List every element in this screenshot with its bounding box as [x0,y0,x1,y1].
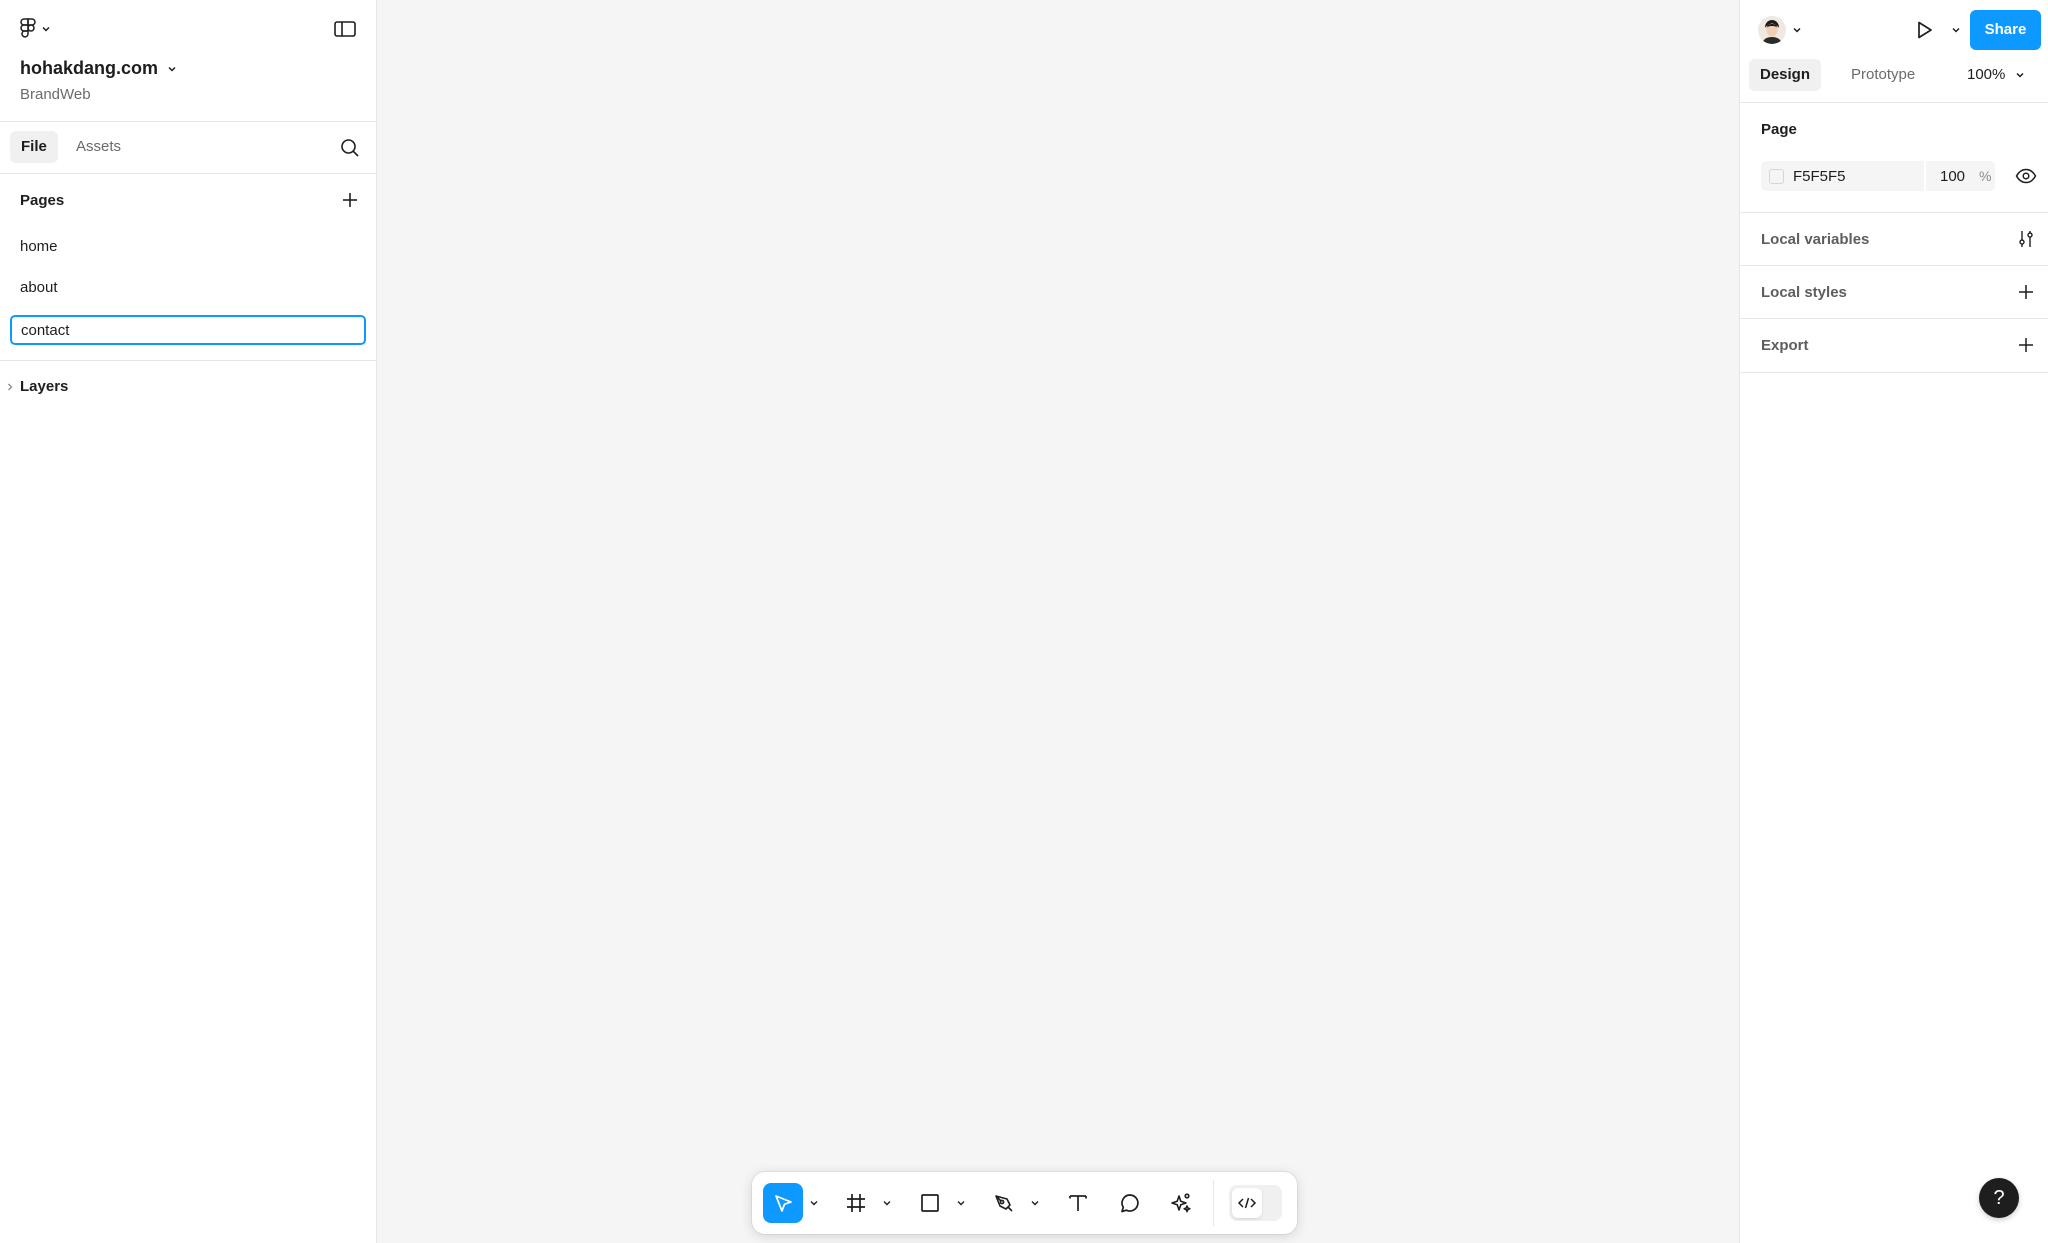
search-icon [341,139,359,157]
zoom-level: 100% [1967,66,2006,83]
page-section-title: Page [1761,121,1797,138]
page-name-input[interactable] [10,315,366,345]
sidebar-toggle-button[interactable] [333,19,357,39]
local-variables-button[interactable] [2016,229,2036,249]
color-swatch[interactable] [1769,169,1784,184]
file-name-menu[interactable]: hohakdang.com [20,58,177,79]
chevron-down-icon [2016,72,2024,78]
tab-file[interactable]: File [10,131,58,163]
move-tool-button[interactable] [763,1183,803,1223]
pen-tool-button[interactable] [984,1183,1024,1223]
pages-title: Pages [20,192,65,209]
tab-prototype[interactable]: Prototype [1840,59,1926,91]
frame-tool-button[interactable] [836,1183,876,1223]
text-tool-button[interactable] [1058,1183,1098,1223]
search-button[interactable] [339,137,361,159]
chevron-down-icon[interactable] [1029,1197,1041,1209]
pen-icon [995,1195,1013,1212]
main-menu-button[interactable] [20,17,51,41]
add-page-button[interactable] [340,190,360,210]
divider [1740,372,2048,373]
page-item-about[interactable]: about [20,279,58,296]
left-panel: hohakdang.com BrandWeb File Assets Pages… [0,0,377,1243]
eye-icon [2015,168,2037,184]
ai-sparkle-icon [1171,1193,1191,1213]
add-local-style-button[interactable] [2016,282,2036,302]
chevron-down-icon [42,26,50,32]
figma-logo-icon [20,18,36,38]
chevron-down-icon[interactable] [881,1197,893,1209]
bottom-toolbar [752,1172,1297,1234]
code-icon [1237,1197,1257,1209]
move-icon [775,1195,792,1212]
opacity-value: 100 [1940,168,1966,185]
page-item-home[interactable]: home [20,238,58,255]
text-icon [1069,1195,1087,1211]
frame-icon [847,1194,865,1212]
file-header: hohakdang.com BrandWeb [0,0,376,122]
tab-assets[interactable]: Assets [65,131,132,163]
plus-icon [343,193,357,207]
divider [1740,318,2048,319]
plus-icon [2019,285,2033,299]
layers-section-toggle[interactable]: Layers [6,378,68,395]
sliders-icon [2019,231,2033,247]
zoom-menu[interactable]: 100% [1967,59,2025,91]
shape-tool-button[interactable] [910,1183,950,1223]
plus-icon [2019,338,2033,352]
sidebar-toggle-icon [334,21,356,37]
left-tabs: File Assets [0,122,376,174]
comment-icon [1121,1194,1139,1213]
play-icon [1918,21,1932,39]
chevron-down-icon[interactable] [955,1197,967,1209]
file-name: hohakdang.com [20,58,159,78]
page-opacity-field[interactable]: 100 % [1926,161,1995,191]
rectangle-icon [921,1194,939,1212]
dev-mode-knob [1232,1188,1262,1218]
dev-mode-toggle[interactable] [1229,1185,1282,1221]
toolbar-divider [1213,1180,1214,1226]
project-name[interactable]: BrandWeb [20,86,91,103]
layers-title: Layers [20,378,69,395]
local-styles-label: Local styles [1761,284,1847,301]
canvas[interactable] [377,0,1739,1243]
chevron-right-icon [8,383,13,390]
add-export-button[interactable] [2016,335,2036,355]
tab-design[interactable]: Design [1749,59,1822,91]
visibility-toggle[interactable] [2015,166,2037,186]
present-button[interactable] [1912,18,1936,42]
chevron-down-icon [168,66,176,72]
user-menu[interactable] [1758,16,1802,44]
opacity-unit: % [1979,168,1992,184]
chevron-down-icon[interactable] [808,1197,820,1209]
right-tabs: Design Prototype 100% [1740,59,2048,103]
local-variables-label[interactable]: Local variables [1761,231,1869,248]
divider [1740,212,2048,213]
help-button[interactable]: ? [1979,1178,2019,1218]
color-hex-value: F5F5F5 [1793,168,1846,185]
comment-tool-button[interactable] [1110,1183,1150,1223]
chevron-down-icon [1793,27,1801,33]
divider [0,360,376,361]
page-color-field[interactable]: F5F5F5 [1761,161,1924,191]
avatar [1758,16,1786,44]
chevron-down-icon[interactable] [1950,24,1962,36]
ai-tool-button[interactable] [1161,1183,1201,1223]
divider [1740,265,2048,266]
right-panel: Share Design Prototype 100% Page F5F5F5 … [1739,0,2048,1243]
share-button[interactable]: Share [1970,10,2041,50]
export-label: Export [1761,337,1809,354]
